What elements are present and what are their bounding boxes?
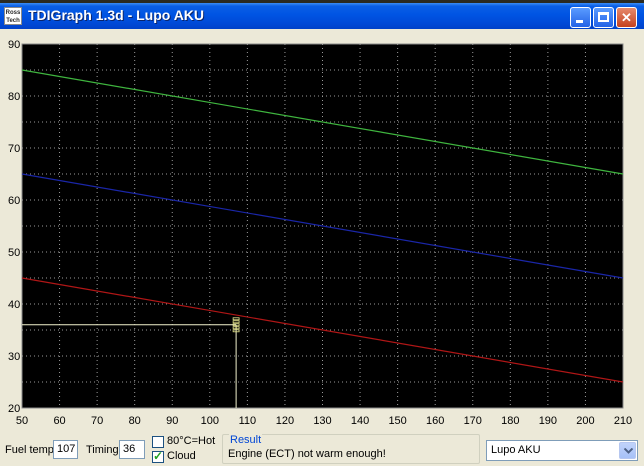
x-tick-label: 130 (313, 415, 331, 427)
engine-select-value: Lupo AKU (491, 444, 541, 456)
y-tick-label: 60 (8, 195, 20, 207)
checkmark-icon: ✓ (153, 449, 164, 463)
x-tick-label: 120 (276, 415, 294, 427)
x-tick-label: 80 (129, 415, 141, 427)
close-button[interactable]: ✕ (616, 7, 637, 28)
title-bar[interactable]: Ross Tech TDIGraph 1.3d - Lupo AKU ✕ (0, 3, 644, 29)
result-title: Result (229, 434, 263, 446)
engine-select[interactable]: Lupo AKU (486, 440, 638, 461)
y-tick-label: 50 (8, 247, 20, 259)
x-tick-label: 140 (351, 415, 369, 427)
y-tick-label: 70 (8, 143, 20, 155)
window-title: TDIGraph 1.3d - Lupo AKU (28, 7, 205, 23)
x-tick-label: 180 (501, 415, 519, 427)
x-tick-label: 170 (464, 415, 482, 427)
x-tick-label: 200 (576, 415, 594, 427)
timing-label: Timing (86, 444, 119, 456)
chart-area: 50 60 70 80 90 100 110 120 130 140 150 160 170 180 190… (0, 29, 644, 434)
x-tick-label: 210 (614, 415, 632, 427)
x-tick-label: 190 (539, 415, 557, 427)
app-window: Ross Tech TDIGraph 1.3d - Lupo AKU ✕ 50 6… (0, 3, 644, 466)
cloud-checkbox[interactable]: ✓ (152, 449, 164, 463)
dropdown-arrow-icon[interactable] (619, 442, 636, 459)
y-tick-label: 20 (8, 403, 20, 415)
result-group: Result Engine (ECT) not warm enough! (222, 434, 480, 464)
timing-chart[interactable]: 50 60 70 80 90 100 110 120 130 140 150 160 170 180 190… (0, 29, 644, 434)
x-tick-label: 150 (388, 415, 406, 427)
y-tick-label: 80 (8, 91, 20, 103)
x-tick-label: 60 (53, 415, 65, 427)
app-icon: Ross Tech (4, 7, 22, 25)
x-tick-label: 70 (91, 415, 103, 427)
fuel-temp-label: Fuel temp (5, 444, 54, 456)
x-tick-label: 50 (16, 415, 28, 427)
maximize-button[interactable] (593, 7, 614, 28)
y-tick-label: 90 (8, 39, 20, 51)
timing-input[interactable]: 36 (119, 440, 145, 459)
minimize-button[interactable] (570, 7, 591, 28)
minimize-icon (576, 20, 583, 23)
x-tick-label: 100 (201, 415, 219, 427)
control-panel: Fuel temp 107 Timing 36 80°C=Hot ✓ Cloud… (0, 434, 644, 466)
y-tick-label: 30 (8, 351, 20, 363)
y-tick-label: 40 (8, 299, 20, 311)
cloud-checkbox-label: Cloud (167, 450, 196, 462)
result-message: Engine (ECT) not warm enough! (228, 448, 386, 460)
close-icon: ✕ (621, 10, 632, 25)
hot-checkbox[interactable] (152, 436, 164, 448)
hot-checkbox-label: 80°C=Hot (167, 435, 216, 447)
x-tick-label: 160 (426, 415, 444, 427)
fuel-temp-input[interactable]: 107 (53, 440, 78, 459)
x-tick-label: 110 (239, 415, 257, 427)
x-tick-label: 90 (166, 415, 178, 427)
maximize-icon (598, 12, 609, 22)
